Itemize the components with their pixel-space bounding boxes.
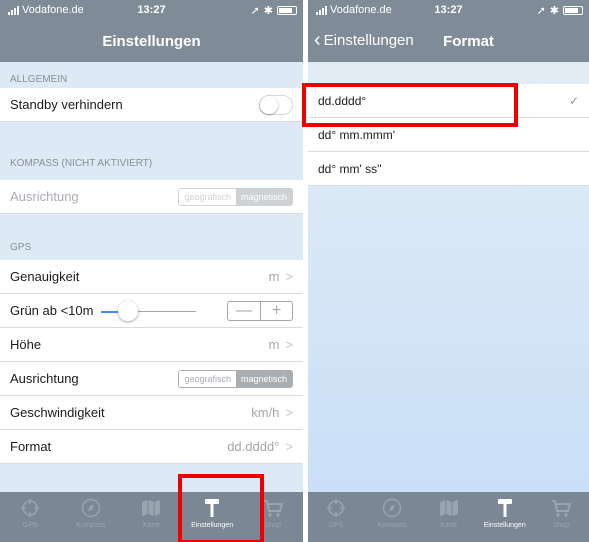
tab-kompass[interactable]: Kompass [61, 492, 122, 542]
status-bar: Vodafone.de 13:27 ➚ ✱ [308, 0, 589, 20]
tab-label: Einstellungen [483, 522, 526, 529]
genauigkeit-label: Genauigkeit [10, 269, 80, 284]
map-icon [439, 500, 458, 516]
gps-ausrichtung-row: Ausrichtung geografisch magnetisch [0, 362, 303, 396]
section-header-gps: GPS [10, 242, 32, 253]
segment-magnetisch[interactable]: magnetisch [235, 188, 292, 205]
tab-label: GPS [22, 522, 38, 529]
format-option[interactable]: dd° mm' ss'' [308, 152, 589, 186]
tab-karte[interactable]: Karte [420, 492, 476, 542]
gruen-stepper[interactable]: — + [227, 300, 293, 321]
geschwindigkeit-value: km/h [251, 405, 280, 420]
chevron-right-icon: > [285, 439, 293, 454]
format-value: dd.dddd° [227, 439, 280, 454]
tab-kompass[interactable]: Kompass [364, 492, 420, 542]
compass-icon [81, 498, 101, 518]
location-icon: ➚ [250, 5, 260, 17]
geschwindigkeit-label: Geschwindigkeit [10, 405, 105, 420]
increment-button[interactable]: + [260, 301, 292, 320]
highlight-box-format-option [302, 83, 518, 127]
compass-icon [383, 498, 402, 518]
hoehe-row[interactable]: Höhe m > [0, 328, 303, 362]
genauigkeit-value: m [268, 269, 280, 284]
map-icon [142, 500, 161, 516]
segment-magnetisch[interactable]: magnetisch [235, 370, 292, 387]
checkmark-icon: ✓ [568, 93, 579, 108]
gps-ausrichtung-label: Ausrichtung [10, 371, 79, 386]
tab-label: GPS [328, 522, 344, 529]
tab-label: Kompass [377, 522, 407, 529]
settings-list: ALLGEMEIN Standby verhindern KOMPASS (NI… [0, 62, 303, 492]
tab-bar: GPS Kompass Karte Einstellungen Shop [308, 492, 589, 542]
gps-ausrichtung-segmented-control[interactable]: geografisch magnetisch [178, 369, 293, 388]
tab-gps[interactable]: GPS [0, 492, 61, 542]
decrement-button[interactable]: — [228, 302, 260, 320]
crosshair-icon [327, 499, 346, 517]
battery-icon [277, 6, 297, 15]
hoehe-label: Höhe [10, 337, 42, 352]
cart-icon [263, 500, 283, 517]
format-label: Format [10, 439, 52, 454]
kompass-ausrichtung-label: Ausrichtung [10, 189, 79, 204]
bluetooth-icon: ✱ [549, 5, 559, 17]
chevron-right-icon: > [285, 337, 293, 352]
tab-label: Karte [143, 522, 160, 529]
chevron-right-icon: > [285, 405, 293, 420]
navigation-bar: Vodafone.de 13:27 ➚ ✱ Einstellungen [0, 0, 303, 62]
format-screen: Vodafone.de 13:27 ➚ ✱ ‹ Einstellungen Fo… [308, 0, 589, 542]
chevron-right-icon: > [285, 269, 293, 284]
status-bar: Vodafone.de 13:27 ➚ ✱ [0, 0, 303, 20]
tab-karte[interactable]: Karte [121, 492, 182, 542]
segment-geografisch[interactable]: geografisch [179, 188, 236, 205]
section-header-allgemein: ALLGEMEIN [10, 74, 68, 85]
cart-icon [551, 500, 572, 517]
geschwindigkeit-row[interactable]: Geschwindigkeit km/h > [0, 396, 303, 430]
kompass-ausrichtung-segmented-control[interactable]: geografisch magnetisch [178, 187, 293, 206]
tab-label: Shop [264, 522, 281, 529]
slider-thumb[interactable] [117, 300, 138, 321]
settings-screen: Vodafone.de 13:27 ➚ ✱ Einstellungen ALLG… [0, 0, 303, 542]
kompass-ausrichtung-row: Ausrichtung geografisch magnetisch [0, 180, 303, 214]
gruen-slider[interactable] [101, 300, 197, 321]
format-row[interactable]: Format dd.dddd° > [0, 430, 303, 464]
chevron-left-icon: ‹ [314, 29, 321, 51]
tab-shop[interactable]: Shop [533, 492, 589, 542]
format-option-label: dd° mm' ss'' [318, 161, 382, 176]
navigation-bar: Vodafone.de 13:27 ➚ ✱ ‹ Einstellungen Fo… [308, 0, 589, 62]
gruen-label: Grün ab <10m [10, 303, 94, 318]
tab-einstellungen[interactable]: Einstellungen [477, 492, 533, 542]
section-header-kompass: KOMPASS (NICHT AKTIVIERT) [10, 158, 153, 169]
page-title: Einstellungen [102, 33, 201, 50]
tab-label: Karte [440, 522, 457, 529]
hammer-icon [497, 499, 512, 517]
segment-geografisch[interactable]: geografisch [179, 370, 236, 387]
page-title: Format [443, 33, 494, 50]
battery-icon [563, 6, 583, 15]
gruen-row: Grün ab <10m — + [0, 294, 303, 328]
standby-row: Standby verhindern [0, 88, 303, 122]
genauigkeit-row[interactable]: Genauigkeit m > [0, 260, 303, 294]
location-icon: ➚ [536, 5, 546, 17]
highlight-box-einstellungen-tab [178, 474, 264, 542]
bluetooth-icon: ✱ [263, 5, 273, 17]
standby-toggle[interactable] [259, 94, 293, 115]
crosshair-icon [21, 499, 40, 517]
tab-label: Shop [552, 522, 570, 529]
standby-label: Standby verhindern [10, 97, 123, 112]
tab-gps[interactable]: GPS [308, 492, 364, 542]
format-option-label: dd° mm.mmm' [318, 127, 396, 142]
hoehe-value: m [268, 337, 280, 352]
tab-label: Kompass [76, 522, 106, 529]
